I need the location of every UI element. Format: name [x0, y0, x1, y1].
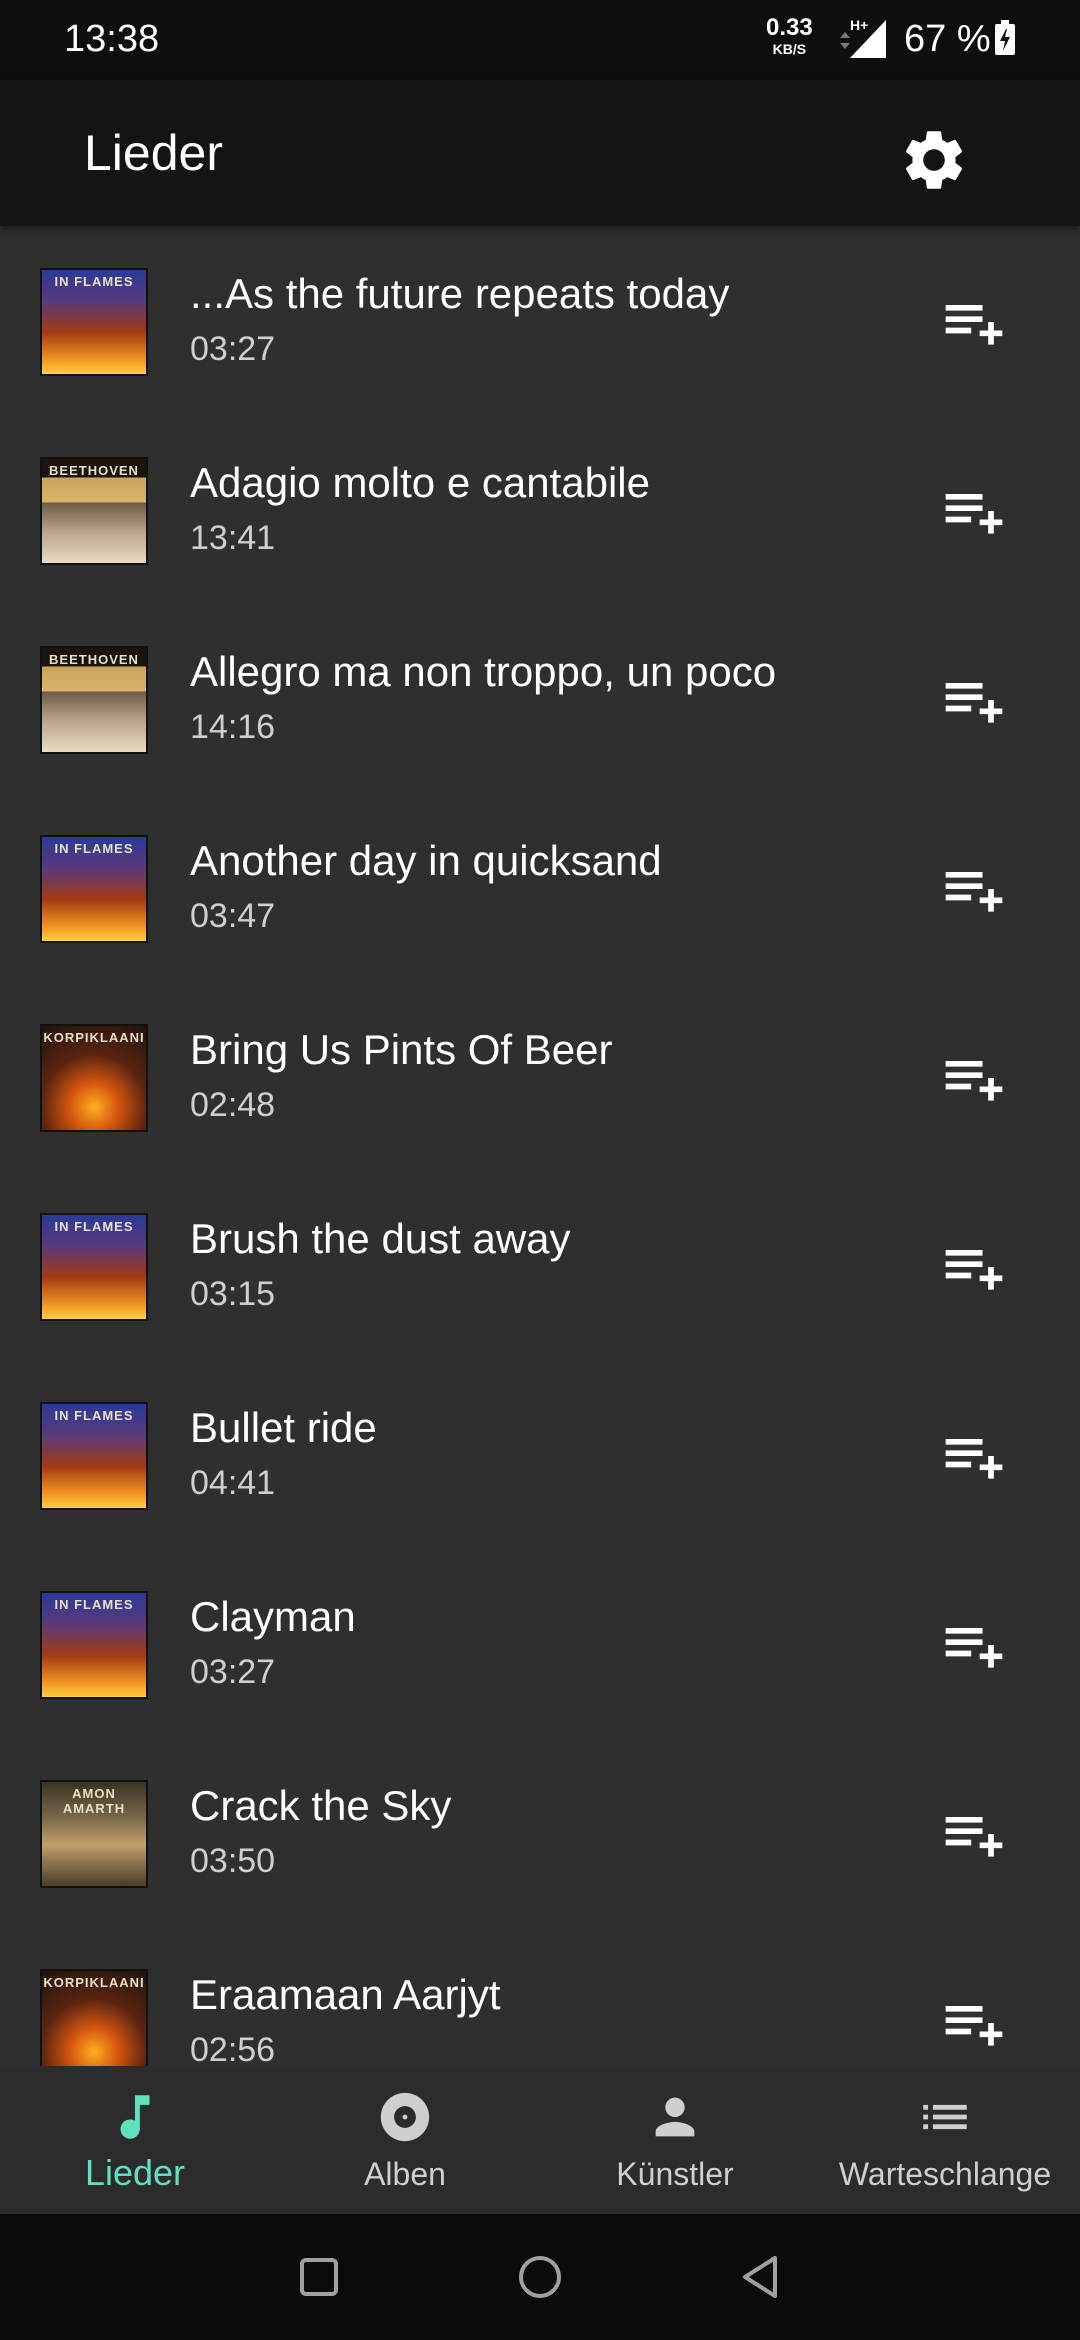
page-title: Lieder: [84, 125, 223, 181]
song-row[interactable]: BEETHOVEN Adagio molto e cantabile 13:41: [0, 415, 1080, 604]
nav-tab-songs-label: Lieder: [84, 2152, 186, 2193]
song-title: Another day in quicksand: [190, 837, 662, 884]
song-duration: 03:27: [190, 1653, 276, 1691]
screen: 13:38 0.33 KB/S H+ 67 % Lieder IN FLAMES…: [0, 0, 1080, 2340]
back-icon[interactable]: [737, 2252, 787, 2302]
album-cover: IN FLAMES: [40, 1213, 148, 1321]
status-bar: 13:38 0.33 KB/S H+ 67 %: [0, 0, 1080, 80]
album-cover-logo: BEETHOVEN: [49, 652, 139, 667]
add-to-queue-icon[interactable]: [940, 855, 1008, 923]
song-row[interactable]: IN FLAMES Bullet ride 04:41: [0, 1360, 1080, 1549]
album-cover: IN FLAMES: [40, 1402, 148, 1510]
nav-tab-queue[interactable]: Warteschlange: [810, 2066, 1080, 2214]
album-cover-logo: BEETHOVEN: [49, 463, 139, 478]
song-title: Adagio molto e cantabile: [190, 459, 650, 506]
song-title: Eraamaan Aarjyt: [190, 1971, 501, 2018]
song-row[interactable]: IN FLAMES Clayman 03:27: [0, 1549, 1080, 1738]
recent-apps-icon[interactable]: [294, 2252, 344, 2302]
app-bar: Lieder: [0, 80, 1080, 226]
add-to-queue-icon[interactable]: [940, 477, 1008, 545]
music-note-icon: [120, 2095, 150, 2139]
song-duration: 14:16: [190, 708, 276, 746]
nav-tab-artists-label: Künstler: [616, 2156, 734, 2192]
album-cover-logo: IN FLAMES: [54, 1408, 134, 1423]
home-icon[interactable]: [515, 2252, 565, 2302]
album-cover: BEETHOVEN: [40, 457, 148, 565]
nav-tab-albums[interactable]: Alben: [270, 2066, 540, 2214]
bottom-navigation: Lieder Alben Künstler Warteschlange: [0, 2066, 1080, 2214]
album-cover-logo: IN FLAMES: [54, 1597, 134, 1612]
add-to-queue-icon[interactable]: [940, 666, 1008, 734]
song-duration: 13:41: [190, 519, 276, 557]
song-title: Brush the dust away: [190, 1215, 571, 1262]
network-speed-unit: KB/S: [772, 41, 807, 57]
album-cover-logo: KORPIKLAANI: [43, 1030, 145, 1045]
album-cover: IN FLAMES: [40, 835, 148, 943]
song-row[interactable]: BEETHOVEN Allegro ma non troppo, un poco 1…: [0, 604, 1080, 793]
person-icon: [655, 2097, 695, 2137]
nav-tab-queue-label: Warteschlange: [838, 2156, 1052, 2192]
song-list[interactable]: IN FLAMES ...As the future repeats today 0…: [0, 226, 1080, 2066]
add-to-queue-icon[interactable]: [940, 1611, 1008, 1679]
song-row[interactable]: KORPIKLAANI Eraamaan Aarjyt 02:56: [0, 1927, 1080, 2066]
nav-tab-artists[interactable]: Künstler: [540, 2066, 810, 2214]
queue-list-icon: [923, 2104, 967, 2130]
song-duration: 03:47: [190, 897, 276, 935]
system-navigation-bar: [0, 2214, 1080, 2340]
song-title: Bullet ride: [190, 1404, 377, 1451]
song-title: Allegro ma non troppo, un poco: [190, 648, 777, 695]
network-type-label: H+: [850, 17, 868, 33]
album-cover-logo: IN FLAMES: [54, 841, 134, 856]
album-cover-logo: KORPIKLAANI: [43, 1975, 145, 1990]
song-title: ...As the future repeats today: [190, 270, 730, 317]
add-to-queue-icon[interactable]: [940, 1989, 1008, 2057]
status-time: 13:38: [64, 18, 160, 60]
add-to-queue-icon[interactable]: [940, 1044, 1008, 1112]
song-title: Crack the Sky: [190, 1782, 452, 1829]
song-row[interactable]: IN FLAMES ...As the future repeats today 0…: [0, 226, 1080, 415]
song-duration: 04:41: [190, 1464, 276, 1502]
album-cover: AMON AMARTH: [40, 1780, 148, 1888]
song-title: Clayman: [190, 1593, 356, 1640]
album-cover-logo: IN FLAMES: [54, 1219, 134, 1234]
album-cover: KORPIKLAANI: [40, 1024, 148, 1132]
album-cover-logo: AMON AMARTH: [62, 1786, 126, 1816]
album-cover-logo: IN FLAMES: [54, 274, 134, 289]
song-duration: 02:56: [190, 2031, 276, 2066]
song-duration: 02:48: [190, 1086, 276, 1124]
album-cover: IN FLAMES: [40, 1591, 148, 1699]
song-row[interactable]: IN FLAMES Brush the dust away 03:15: [0, 1171, 1080, 1360]
song-duration: 03:27: [190, 330, 276, 368]
album-cover: KORPIKLAANI: [40, 1969, 148, 2066]
song-duration: 03:50: [190, 1842, 276, 1880]
nav-tab-songs[interactable]: Lieder: [0, 2066, 270, 2214]
gear-icon[interactable]: [898, 124, 970, 196]
nav-tab-albums-label: Alben: [364, 2156, 446, 2192]
song-row[interactable]: KORPIKLAANI Bring Us Pints Of Beer 02:48: [0, 982, 1080, 1171]
song-title: Bring Us Pints Of Beer: [190, 1026, 613, 1073]
album-cover: IN FLAMES: [40, 268, 148, 376]
add-to-queue-icon[interactable]: [940, 288, 1008, 356]
song-duration: 03:15: [190, 1275, 276, 1313]
add-to-queue-icon[interactable]: [940, 1800, 1008, 1868]
battery-percent: 67 %: [904, 18, 991, 60]
battery-charging-icon: [995, 20, 1015, 55]
network-speed: 0.33 KB/S: [766, 14, 813, 57]
network-speed-value: 0.33: [766, 14, 813, 41]
song-row[interactable]: AMON AMARTH Crack the Sky 03:50: [0, 1738, 1080, 1927]
song-row[interactable]: IN FLAMES Another day in quicksand 03:47: [0, 793, 1080, 982]
add-to-queue-icon[interactable]: [940, 1233, 1008, 1301]
add-to-queue-icon[interactable]: [940, 1422, 1008, 1490]
album-disc-icon: [380, 2092, 430, 2142]
album-cover: BEETHOVEN: [40, 646, 148, 754]
